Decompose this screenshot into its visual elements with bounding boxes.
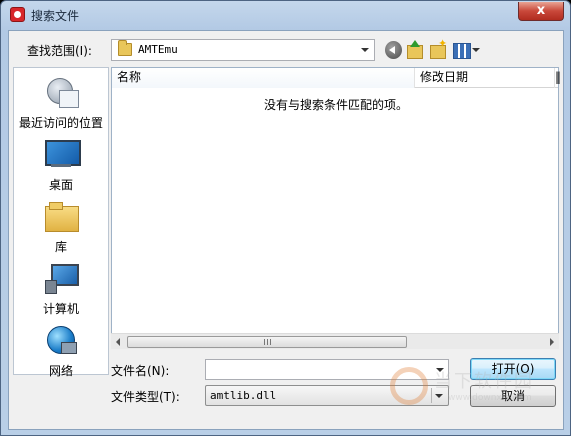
- file-dialog-window: 搜索文件 x 查找范围(I): AMTEmu 最近访问的位置 桌面 库: [0, 0, 571, 436]
- place-label: 计算机: [42, 302, 79, 316]
- library-icon: [45, 200, 79, 232]
- recent-places-icon: [45, 76, 79, 108]
- watermark-logo-icon: [390, 367, 428, 405]
- filetype-value: amtlib.dll: [210, 389, 277, 402]
- network-icon: [45, 324, 77, 356]
- chevron-down-icon[interactable]: [361, 48, 369, 52]
- place-recent[interactable]: 最近访问的位置: [14, 76, 108, 130]
- horizontal-scrollbar[interactable]: [111, 333, 559, 349]
- places-bar: 最近访问的位置 桌面 库 计算机 网络: [13, 67, 109, 378]
- place-library[interactable]: 库: [14, 200, 108, 254]
- column-header-date[interactable]: 修改日期: [415, 68, 555, 88]
- watermark-url: www.downxia.com: [448, 393, 532, 403]
- look-in-label: 查找范围(I):: [27, 44, 92, 58]
- folder-icon: [118, 40, 132, 56]
- place-desktop[interactable]: 桌面: [14, 138, 108, 192]
- up-folder-icon[interactable]: [407, 40, 423, 59]
- place-network[interactable]: 网络: [14, 324, 108, 378]
- site-watermark: 当下软件园 www.downxia.com: [386, 359, 566, 431]
- scroll-right-icon[interactable]: [550, 338, 554, 346]
- filename-label: 文件名(N):: [111, 364, 170, 378]
- place-label: 库: [54, 240, 67, 254]
- place-computer[interactable]: 计算机: [14, 262, 108, 316]
- column-header-name[interactable]: 名称: [112, 68, 415, 88]
- back-icon[interactable]: [385, 41, 402, 59]
- view-menu-icon[interactable]: [453, 41, 481, 59]
- place-label: 最近访问的位置: [18, 116, 103, 130]
- empty-message: 没有与搜索条件匹配的项。: [264, 98, 409, 112]
- title-bar[interactable]: 搜索文件 x: [1, 1, 570, 29]
- scroll-left-icon[interactable]: [116, 338, 120, 346]
- close-button[interactable]: x: [518, 2, 564, 21]
- scroll-thumb[interactable]: [127, 336, 407, 348]
- look-in-dropdown[interactable]: AMTEmu: [111, 39, 375, 61]
- watermark-text: 当下软件园: [434, 371, 534, 392]
- place-label: 网络: [48, 364, 73, 378]
- file-list[interactable]: 名称 修改日期 ‖ 没有与搜索条件匹配的项。: [111, 67, 561, 349]
- look-in-value: AMTEmu: [138, 43, 178, 56]
- desktop-icon: [45, 138, 81, 170]
- window-title: 搜索文件: [31, 9, 80, 23]
- new-folder-icon[interactable]: [430, 37, 447, 59]
- scroll-grip-icon: [264, 339, 272, 345]
- filetype-label: 文件类型(T):: [111, 390, 180, 404]
- place-label: 桌面: [48, 178, 73, 192]
- column-header-overflow[interactable]: ‖: [555, 68, 561, 88]
- computer-icon: [45, 262, 79, 294]
- list-header: 名称 修改日期 ‖: [112, 68, 561, 88]
- app-logo-icon: [10, 7, 25, 22]
